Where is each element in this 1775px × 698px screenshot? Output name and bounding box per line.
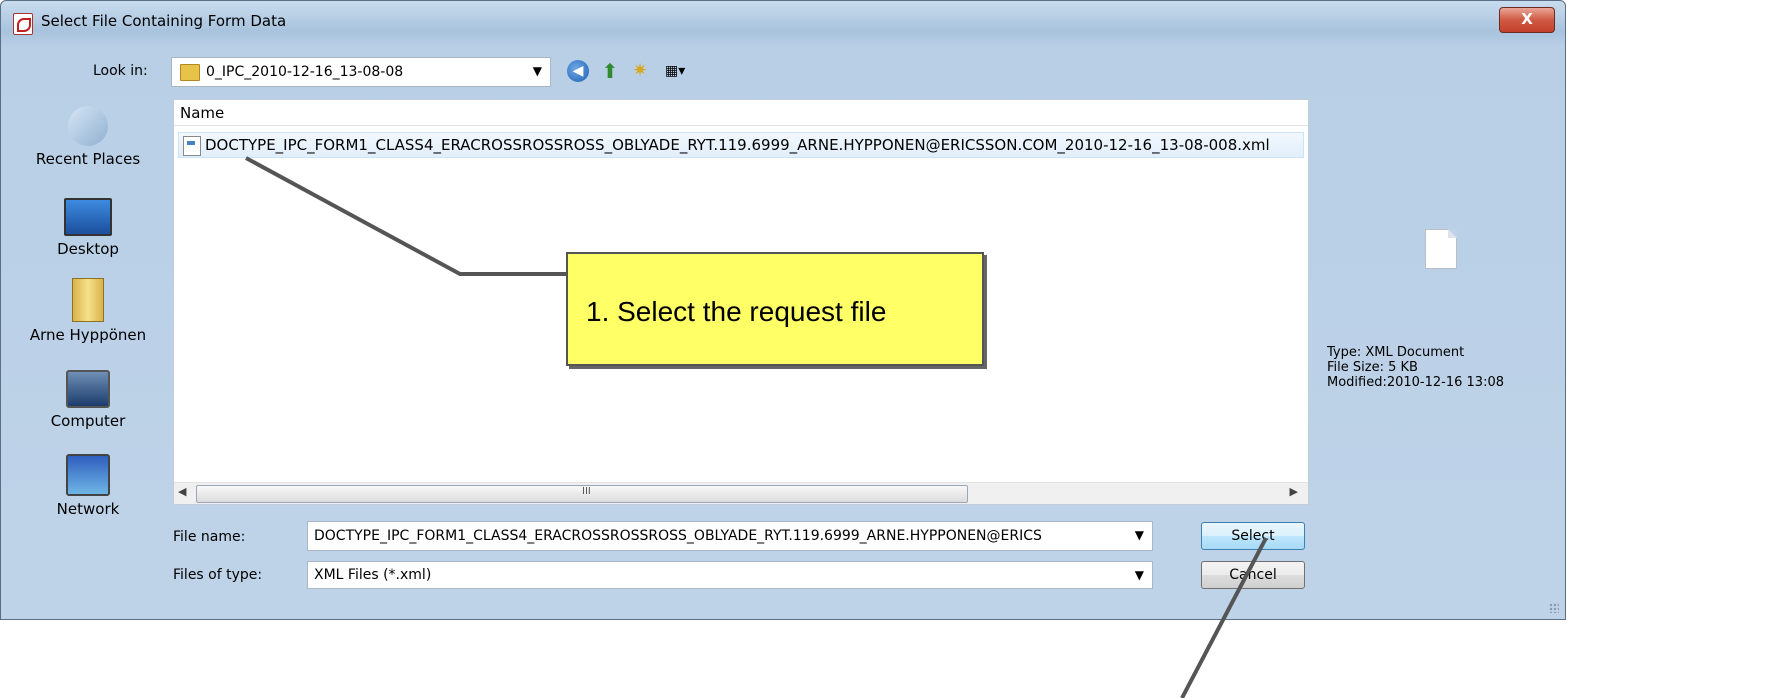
- select-pointer-line: [1180, 537, 1268, 698]
- callout-pointer-line: [245, 156, 566, 276]
- annotation-arrows: [245, 156, 1268, 698]
